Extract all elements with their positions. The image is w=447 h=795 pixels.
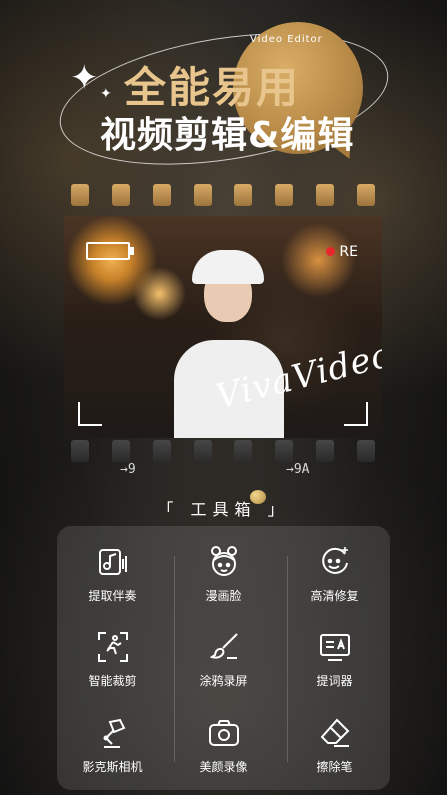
sprocket-hole xyxy=(275,184,294,206)
teleprompter-icon xyxy=(319,634,350,662)
tool-cartoon-face[interactable]: 漫画脸 xyxy=(168,532,279,617)
tool-label: 智能裁剪 xyxy=(88,674,137,689)
viewfinder-corner xyxy=(78,402,102,426)
sprocket-hole xyxy=(112,184,131,206)
desk-lamp-icon xyxy=(103,718,125,748)
sprocket-hole xyxy=(193,184,212,206)
tool-label: 提取伴奏 xyxy=(88,589,137,604)
tool-eraser[interactable]: 擦除笔 xyxy=(279,703,390,788)
tool-label: 漫画脸 xyxy=(205,589,242,604)
music-note-icon xyxy=(98,549,127,576)
tool-label: 提词器 xyxy=(316,674,353,689)
tool-hd-restore[interactable]: 高清修复 xyxy=(279,532,390,617)
tool-label: 美颜录像 xyxy=(199,759,248,774)
sprocket-hole xyxy=(71,184,90,206)
film-sprockets-bottom xyxy=(60,436,386,466)
tool-label: 擦除笔 xyxy=(316,759,353,774)
small-sparkle-icon: ✦ xyxy=(100,86,112,102)
film-strip: RE VivaVideo →9 →9A xyxy=(60,180,386,480)
sparkle-smile-icon xyxy=(321,547,348,575)
sprocket-hole xyxy=(234,184,253,206)
tool-label: 涂鸦录屏 xyxy=(199,674,248,689)
sparkle-icon: ✦ xyxy=(70,58,99,98)
sprocket-hole xyxy=(315,440,334,462)
tool-smart-crop[interactable]: 智能裁剪 xyxy=(57,617,168,702)
sprocket-hole xyxy=(234,440,253,462)
sprocket-hole xyxy=(152,440,171,462)
rec-indicator: RE xyxy=(326,244,358,260)
toolbox-title: 「 工具箱 」 xyxy=(157,500,290,519)
sprocket-hole xyxy=(356,184,375,206)
running-crop-icon xyxy=(97,632,128,663)
sprocket-hole xyxy=(152,184,171,206)
viewfinder-corner xyxy=(344,402,368,426)
subject-cap xyxy=(192,250,264,284)
tool-pixar-camera[interactable]: 影克斯相机 xyxy=(57,703,168,788)
headline-line-2: 视频剪辑&编辑 xyxy=(100,115,355,156)
sprocket-hole xyxy=(275,440,294,462)
tool-doodle-record[interactable]: 涂鸦录屏 xyxy=(168,617,279,702)
brand-tag: Video Editor xyxy=(250,34,323,45)
tool-label: 高清修复 xyxy=(310,589,359,604)
sprocket-hole xyxy=(193,440,212,462)
sprocket-hole xyxy=(356,440,375,462)
eraser-icon xyxy=(320,718,349,747)
record-dot-icon xyxy=(326,247,336,256)
preview-photo: RE VivaVideo xyxy=(64,216,382,438)
film-sprockets-top xyxy=(60,180,386,210)
promo-header: ✦ ✦ Video Editor 全能易用 视频剪辑&编辑 xyxy=(0,0,447,186)
tool-extract-accompaniment[interactable]: 提取伴奏 xyxy=(57,532,168,617)
gold-coin-icon xyxy=(250,490,266,504)
frame-label-right: →9A xyxy=(286,462,310,477)
frame-label-left: →9 xyxy=(120,462,136,477)
brush-icon xyxy=(209,633,238,660)
toolbox-grid: 提取伴奏 漫画脸 高清修复 智能裁剪 涂鸦录屏 提词器 影克斯相机 美颜录像 擦… xyxy=(57,532,390,788)
tool-teleprompter[interactable]: 提词器 xyxy=(279,617,390,702)
sprocket-hole xyxy=(71,440,90,462)
sprocket-hole xyxy=(112,440,131,462)
sprocket-hole xyxy=(315,184,334,206)
cartoon-face-icon xyxy=(210,546,237,577)
battery-icon xyxy=(86,242,134,260)
camera-icon xyxy=(208,719,239,746)
tool-label: 影克斯相机 xyxy=(82,759,143,774)
rec-label: RE xyxy=(339,244,358,260)
tool-beauty-record[interactable]: 美颜录像 xyxy=(168,703,279,788)
